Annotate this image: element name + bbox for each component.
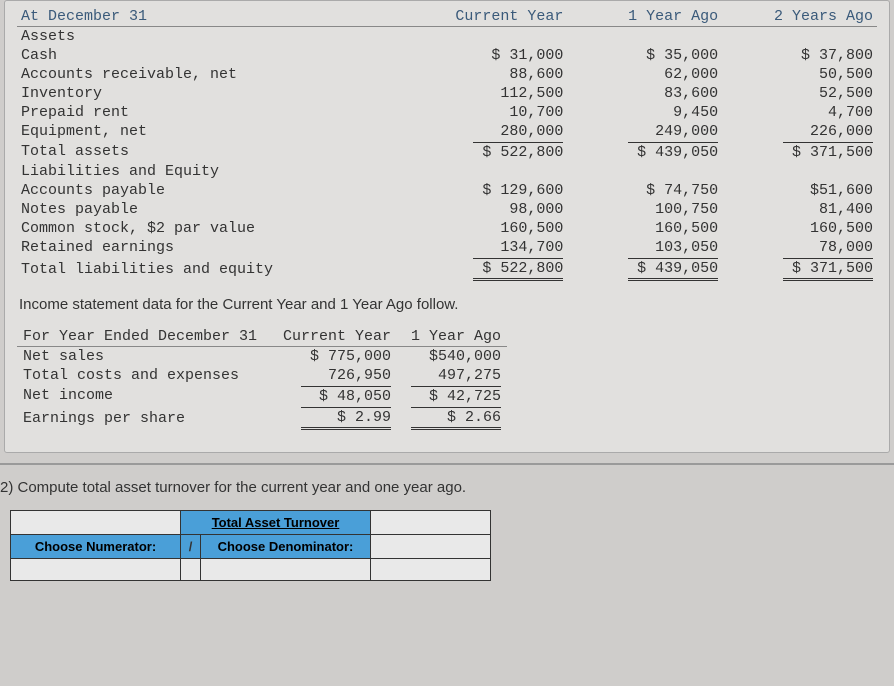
row-inventory: Inventory 112,500 83,600 52,500 — [17, 84, 877, 103]
tot-assets-y1: $ 439,050 — [628, 142, 718, 161]
label-total-assets: Total assets — [17, 141, 430, 162]
np-y1: 100,750 — [585, 200, 723, 219]
label-total-le: Total liabilities and equity — [17, 257, 430, 282]
tot-le-y2: $ 371,500 — [783, 258, 873, 281]
row-ar: Accounts receivable, net 88,600 62,000 5… — [17, 65, 877, 84]
net-income-y1: $ 42,725 — [411, 386, 501, 405]
tot-assets-y2: $ 371,500 — [783, 142, 873, 161]
tot-le-y1: $ 439,050 — [628, 258, 718, 281]
cash-y2: $ 37,800 — [739, 46, 877, 65]
equip-y1: 249,000 — [585, 122, 723, 141]
label-prepaid: Prepaid rent — [17, 103, 430, 122]
total-asset-turnover-table: Total Asset Turnover Choose Numerator: /… — [10, 510, 491, 581]
result-cell-blank[interactable] — [371, 535, 491, 559]
cs-cy: 160,500 — [430, 219, 568, 238]
label-eps: Earnings per share — [17, 406, 277, 431]
choose-denominator-label: Choose Denominator: — [201, 535, 371, 559]
income-statement-note: Income statement data for the Current Ye… — [17, 282, 877, 327]
result-input[interactable] — [371, 559, 491, 581]
prepaid-y2: 4,700 — [739, 103, 877, 122]
re-cy: 134,700 — [430, 238, 568, 257]
turnover-title: Total Asset Turnover — [181, 511, 371, 535]
label-retained-earnings: Retained earnings — [17, 238, 430, 257]
ar-cy: 88,600 — [430, 65, 568, 84]
re-y2: 78,000 — [739, 238, 877, 257]
ap-cy: $ 129,600 — [430, 181, 568, 200]
row-net-sales: Net sales $ 775,000 $540,000 — [17, 347, 507, 367]
label-np: Notes payable — [17, 200, 430, 219]
label-net-sales: Net sales — [17, 347, 277, 367]
denominator-input[interactable] — [201, 559, 371, 581]
row-np: Notes payable 98,000 100,750 81,400 — [17, 200, 877, 219]
label-costs: Total costs and expenses — [17, 366, 277, 385]
ar-y2: 50,500 — [739, 65, 877, 84]
income-header-period: For Year Ended December 31 — [17, 327, 277, 347]
ar-y1: 62,000 — [585, 65, 723, 84]
costs-y1: 497,275 — [397, 366, 507, 385]
re-y1: 103,050 — [585, 238, 723, 257]
income-header-cy: Current Year — [277, 327, 397, 347]
divider-blank — [181, 559, 201, 581]
inv-cy: 112,500 — [430, 84, 568, 103]
label-net-income: Net income — [17, 385, 277, 406]
assets-section-title: Assets — [17, 27, 430, 47]
label-inventory: Inventory — [17, 84, 430, 103]
label-common-stock: Common stock, $2 par value — [17, 219, 430, 238]
label-ap: Accounts payable — [17, 181, 430, 200]
row-prepaid: Prepaid rent 10,700 9,450 4,700 — [17, 103, 877, 122]
balance-header-row: At December 31 Current Year 1 Year Ago 2… — [17, 7, 877, 27]
net-income-cy: $ 48,050 — [301, 386, 391, 405]
eps-cy: $ 2.99 — [301, 407, 391, 430]
row-total-assets: Total assets $ 522,800 $ 439,050 $ 371,5… — [17, 141, 877, 162]
income-header-row: For Year Ended December 31 Current Year … — [17, 327, 507, 347]
inv-y2: 52,500 — [739, 84, 877, 103]
header-at-dec31: At December 31 — [17, 7, 430, 27]
question-section: 2) Compute total asset turnover for the … — [0, 465, 894, 581]
ap-y1: $ 74,750 — [585, 181, 723, 200]
equip-y2: 226,000 — [739, 122, 877, 141]
income-header-y1: 1 Year Ago — [397, 327, 507, 347]
row-cs: Common stock, $2 par value 160,500 160,5… — [17, 219, 877, 238]
label-equipment: Equipment, net — [17, 122, 430, 141]
liab-section-title: Liabilities and Equity — [17, 162, 430, 181]
numerator-input[interactable] — [11, 559, 181, 581]
tot-assets-cy: $ 522,800 — [473, 142, 563, 161]
balance-sheet-table: At December 31 Current Year 1 Year Ago 2… — [17, 7, 877, 282]
header-2-years-ago: 2 Years Ago — [739, 7, 877, 27]
cs-y1: 160,500 — [585, 219, 723, 238]
row-eps: Earnings per share $ 2.99 $ 2.66 — [17, 406, 507, 431]
tot-le-cy: $ 522,800 — [473, 258, 563, 281]
net-sales-cy: $ 775,000 — [277, 347, 397, 367]
financial-statements-card: At December 31 Current Year 1 Year Ago 2… — [4, 0, 890, 453]
label-ar: Accounts receivable, net — [17, 65, 430, 84]
cs-y2: 160,500 — [739, 219, 877, 238]
np-cy: 98,000 — [430, 200, 568, 219]
row-ap: Accounts payable $ 129,600 $ 74,750 $51,… — [17, 181, 877, 200]
header-1-year-ago: 1 Year Ago — [585, 7, 723, 27]
ap-y2: $51,600 — [739, 181, 877, 200]
prepaid-cy: 10,700 — [430, 103, 568, 122]
row-net-income: Net income $ 48,050 $ 42,725 — [17, 385, 507, 406]
choose-numerator-label: Choose Numerator: — [11, 535, 181, 559]
inv-y1: 83,600 — [585, 84, 723, 103]
cash-cy: $ 31,000 — [430, 46, 568, 65]
net-sales-y1: $540,000 — [397, 347, 507, 367]
equip-cy: 280,000 — [430, 122, 568, 141]
costs-cy: 726,950 — [277, 366, 397, 385]
question-prompt: 2) Compute total asset turnover for the … — [0, 473, 894, 510]
row-equipment: Equipment, net 280,000 249,000 226,000 — [17, 122, 877, 141]
row-total-liab-equity: Total liabilities and equity $ 522,800 $… — [17, 257, 877, 282]
header-current-year: Current Year — [430, 7, 568, 27]
row-cash: Cash $ 31,000 $ 35,000 $ 37,800 — [17, 46, 877, 65]
row-costs: Total costs and expenses 726,950 497,275 — [17, 366, 507, 385]
slash-cell: / — [181, 535, 201, 559]
label-cash: Cash — [17, 46, 430, 65]
row-re: Retained earnings 134,700 103,050 78,000 — [17, 238, 877, 257]
prepaid-y1: 9,450 — [585, 103, 723, 122]
eps-y1: $ 2.66 — [411, 407, 501, 430]
income-statement-table: For Year Ended December 31 Current Year … — [17, 327, 507, 431]
cash-y1: $ 35,000 — [585, 46, 723, 65]
np-y2: 81,400 — [739, 200, 877, 219]
